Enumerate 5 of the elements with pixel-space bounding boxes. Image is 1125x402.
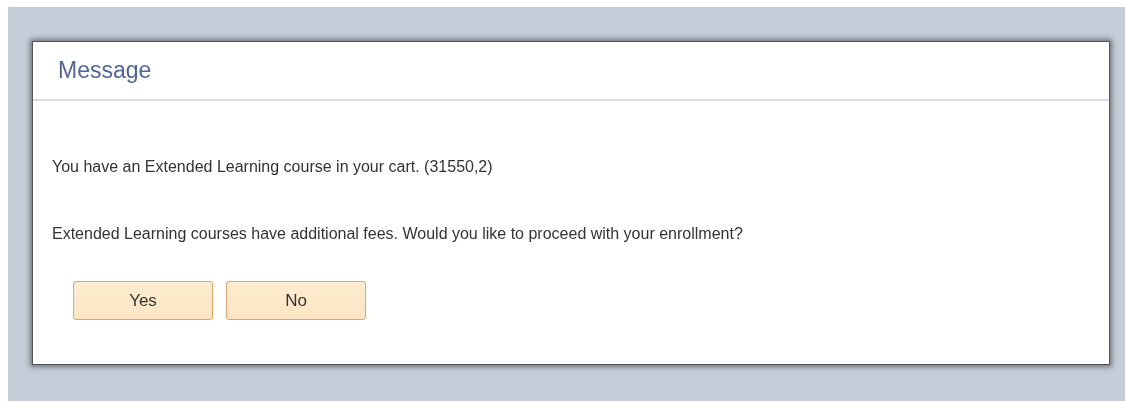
no-button[interactable]: No — [226, 281, 366, 320]
message-text: Extended Learning courses have additional fees. Would you like to proceed with your enrollment? — [52, 224, 744, 244]
yes-button[interactable]: Yes — [73, 281, 213, 320]
dialog-title: Message — [58, 57, 152, 84]
message-text: You have an Extended Learning course in your cart. (31550,2) — [52, 157, 494, 177]
